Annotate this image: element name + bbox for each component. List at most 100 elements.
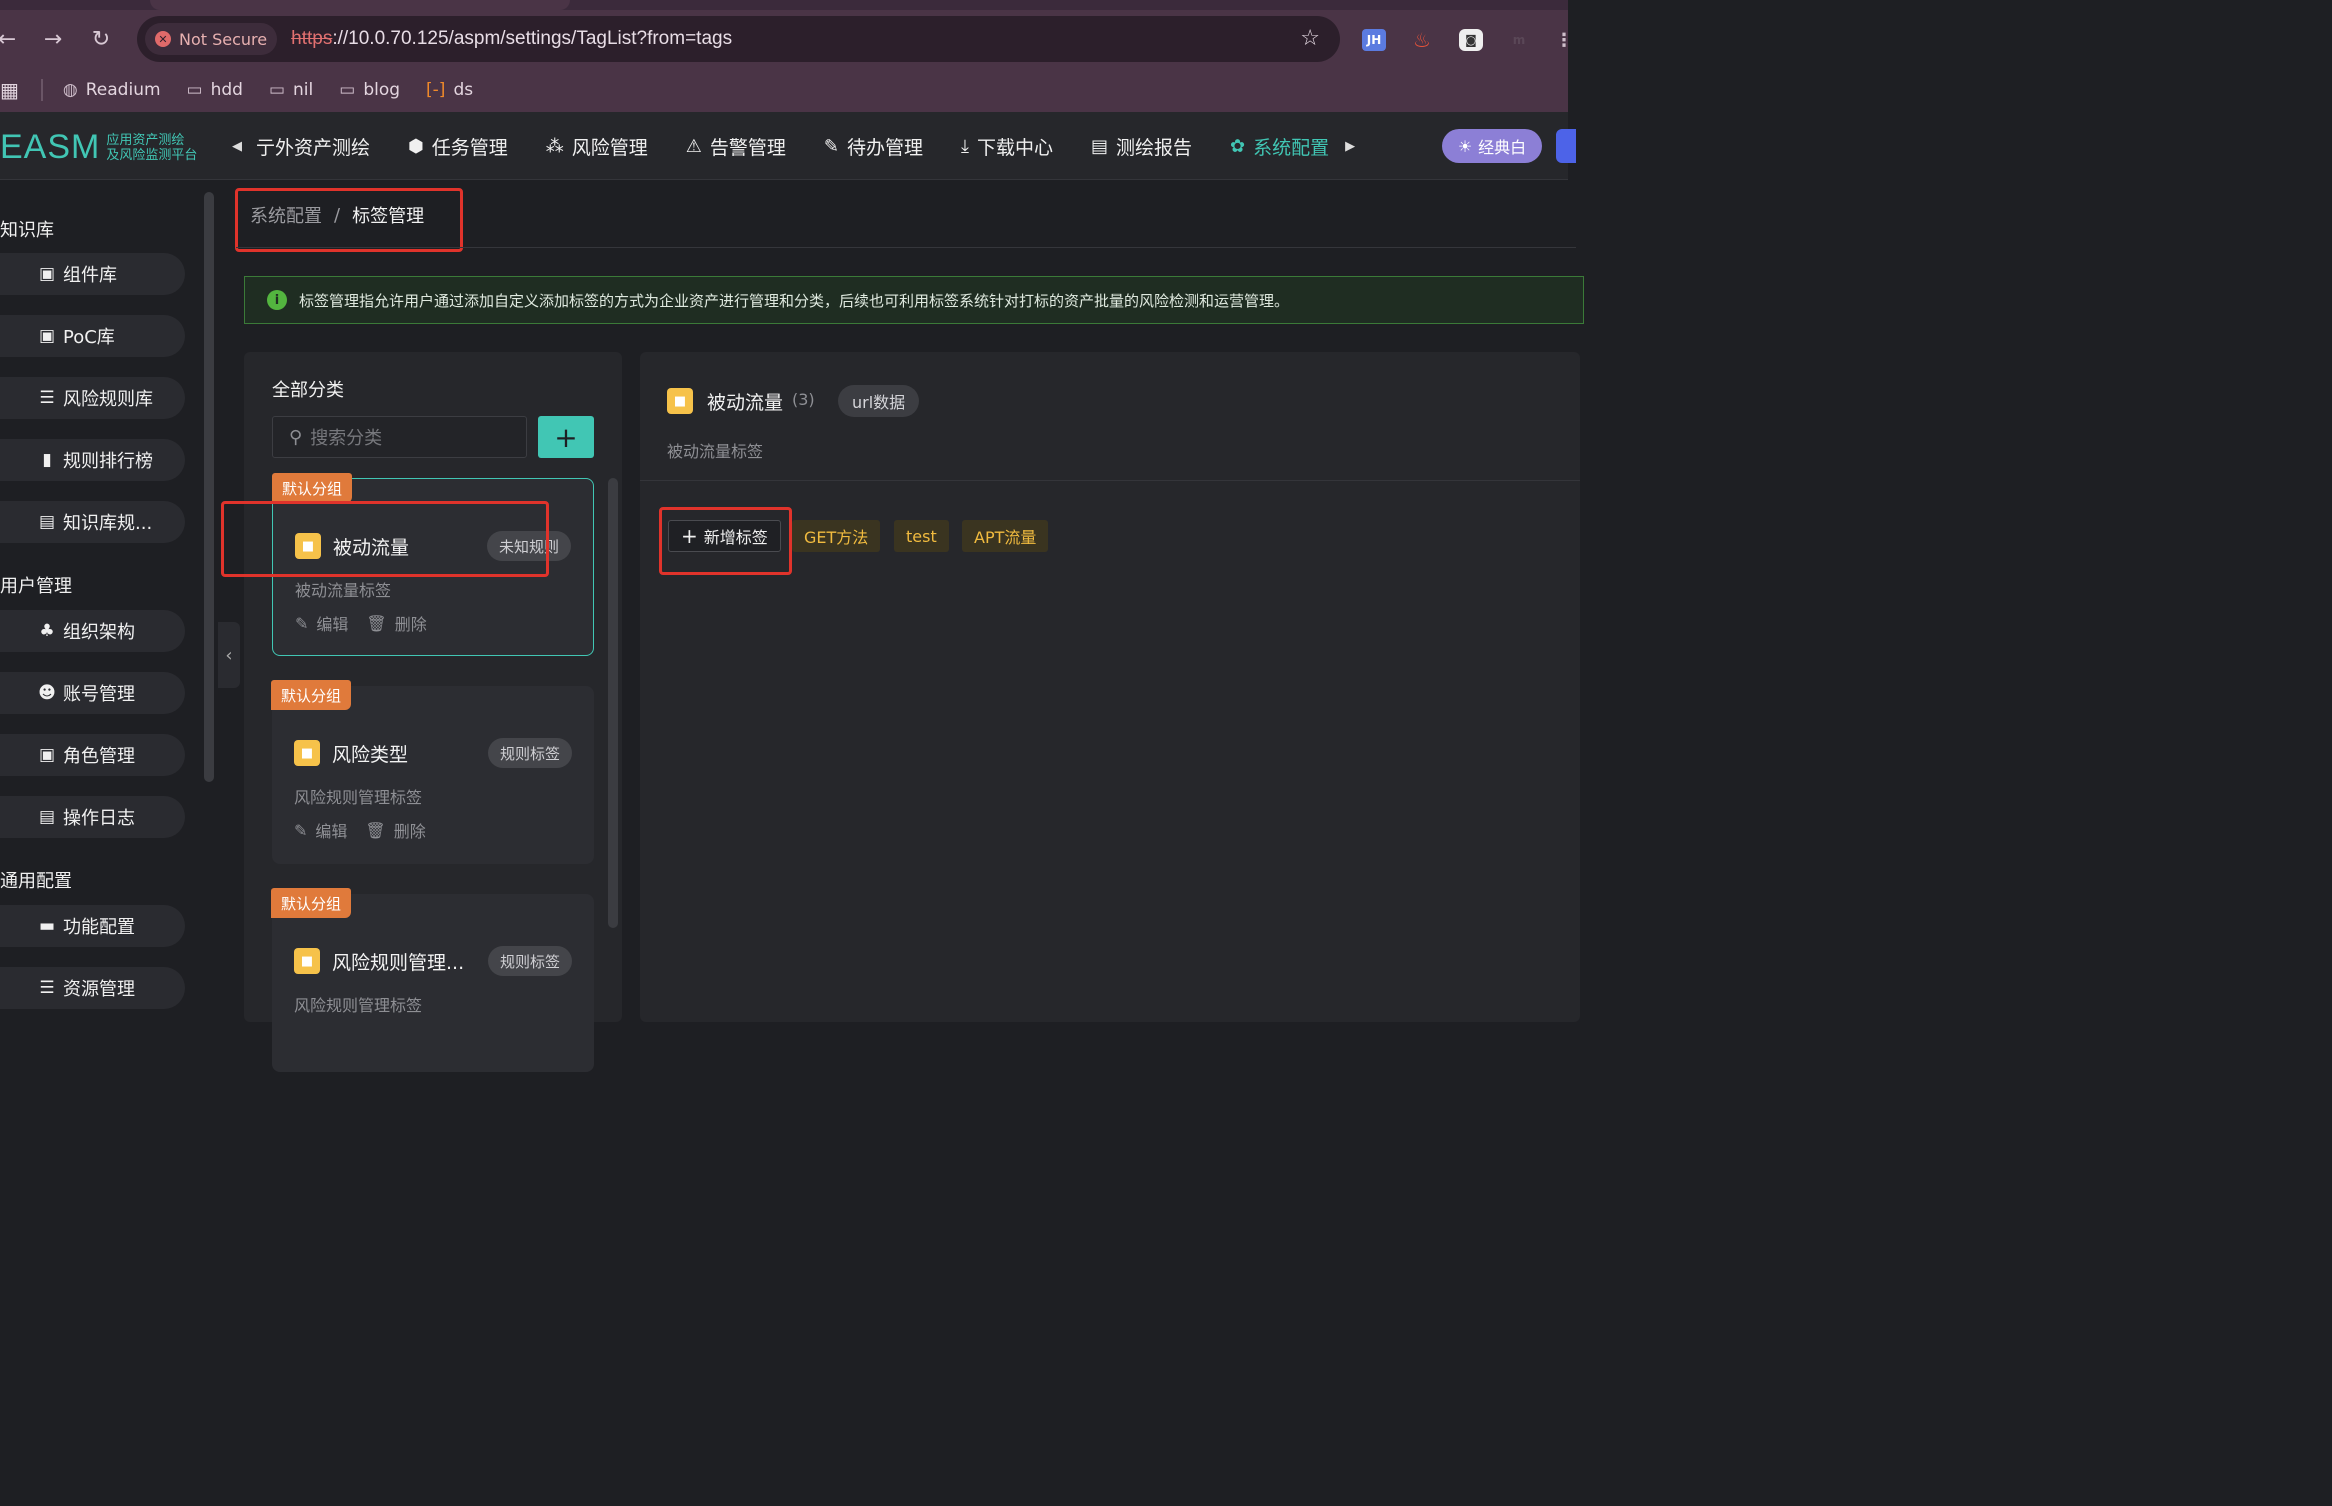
delete-button[interactable]: 🗑 删除 (365, 818, 425, 842)
extension-jh-icon[interactable]: JH (1362, 29, 1386, 51)
sidebar-item-resources[interactable]: ☰ 资源管理 (0, 967, 185, 1009)
code-bracket-icon: [-] (426, 80, 446, 100)
delete-button[interactable]: 🗑 删除 (366, 611, 426, 635)
nav-item-risks[interactable]: ⁂ 风险管理 (546, 133, 648, 160)
sidebar-item-risk-rules[interactable]: ☰ 风险规则库 (0, 377, 185, 419)
edit-label: 编辑 (315, 822, 348, 841)
bookmark-label: Readium (85, 80, 161, 100)
info-icon: i (267, 290, 287, 310)
category-desc: 被动流量标签 (295, 581, 392, 600)
sidebar-item-label: 知识库规... (63, 513, 153, 534)
logo-subtitle: 应用资产测绘 及风险监测平台 (106, 133, 197, 163)
nav-item-tasks[interactable]: ⬢ 任务管理 (408, 133, 508, 160)
bookmark-hdd[interactable]: ▭ hdd (187, 80, 243, 100)
forward-icon[interactable]: → (40, 26, 66, 52)
nav-item-alarms[interactable]: ⚠ 告警管理 (686, 133, 786, 160)
bookmark-label: blog (363, 80, 401, 100)
sidebar-item-logs[interactable]: ▤ 操作日志 (0, 796, 185, 838)
sidebar-item-label: 资源管理 (63, 979, 135, 1000)
search-icon: ⚲ (289, 426, 303, 448)
sidebar-item-org[interactable]: ♣ 组织架构 (0, 610, 185, 652)
bookmark-readium[interactable]: ◍ Readium (63, 80, 161, 100)
extension-flame-icon[interactable]: ♨ (1410, 28, 1434, 52)
folder-icon: ▭ (339, 80, 356, 100)
tag-chip[interactable]: APT流量 (962, 520, 1049, 552)
sidebar-item-label: 功能配置 (63, 917, 135, 938)
info-alert: i 标签管理指允许用户通过添加自定义添加标签的方式为企业资产进行管理和分类，后续… (244, 276, 1584, 324)
profile-icon[interactable]: ⋮ (1552, 29, 1576, 51)
role-badge-icon: ▣ (38, 745, 56, 765)
extension-box-icon[interactable]: ◙ (1459, 29, 1483, 51)
trash-icon: 🗑 (366, 613, 387, 633)
nodes-icon: ⁂ (545, 135, 564, 157)
detail-count: (3) (792, 390, 815, 409)
sidebar-collapse-icon[interactable]: ‹ (218, 622, 240, 688)
tag-chip[interactable]: test (894, 520, 949, 552)
add-category-button[interactable]: + (538, 416, 594, 458)
address-bar[interactable]: ✕ Not Secure https://10.0.70.125/aspm/se… (137, 16, 1340, 62)
nav-label: 待办管理 (847, 136, 924, 159)
sidebar-item-knowledge-rules[interactable]: ▤ 知识库规... (0, 501, 185, 543)
sun-icon: ☀ (1457, 136, 1473, 156)
sidebar-item-poc[interactable]: ▣ PoC库 (0, 315, 185, 357)
category-search-input[interactable]: ⚲ 搜索分类 (272, 416, 527, 458)
folder-icon: ▭ (268, 80, 286, 100)
apps-grid-icon[interactable]: ▦ (0, 78, 19, 102)
active-tab[interactable] (150, 0, 570, 10)
bookmark-ds[interactable]: [-] ds (426, 80, 473, 100)
theme-toggle-button[interactable]: ☀ 经典白 (1442, 129, 1542, 163)
user-button[interactable] (1556, 129, 1576, 163)
security-badge[interactable]: ✕ Not Secure (145, 23, 278, 55)
security-label: Not Secure (179, 29, 268, 49)
edit-button[interactable]: ✎ 编辑 (294, 818, 347, 842)
nav-item-downloads[interactable]: ⤓ 下载中心 (961, 133, 1053, 160)
bookmark-nil[interactable]: ▭ nil (269, 80, 313, 100)
alarm-icon: ⚠ (685, 135, 702, 157)
sidebar-item-features[interactable]: ▬ 功能配置 (0, 905, 185, 947)
bookmark-label: nil (293, 80, 314, 100)
nav-item-system-config[interactable]: ✿ 系统配置 (1230, 133, 1329, 160)
group-badge: 默认分组 (271, 680, 352, 710)
sidebar: 知识库 ▣ 组件库 ▣ PoC库 ☰ 风险规则库 ▮ 规则排行榜 ▤ 知识库规... 用户… (0, 180, 218, 1013)
delete-label: 删除 (394, 615, 427, 634)
tag-chip[interactable]: GET方法 (792, 520, 881, 552)
bookmark-divider (40, 79, 43, 101)
sidebar-scrollbar[interactable] (204, 192, 214, 782)
sidebar-group-knowledge: 知识库 (0, 220, 54, 241)
nav-item-todo[interactable]: ✎ 待办管理 (824, 133, 923, 160)
component-icon: ▣ (38, 264, 56, 284)
nav-scroll-right-icon[interactable]: ▶ (1345, 139, 1355, 154)
category-scrollbar[interactable] (608, 478, 618, 928)
bookmark-icon: ■ (294, 740, 320, 766)
tag-detail-panel: ■ 被动流量 (3) url数据 被动流量标签 + 新增标签 GET方法 test… (640, 352, 1580, 1022)
edit-label: 编辑 (316, 615, 349, 634)
url-text: https://10.0.70.125/aspm/settings/TagLis… (291, 28, 732, 50)
category-card[interactable]: 默认分组 ■ 风险规则管理... 规则标签 风险规则管理标签 (271, 888, 594, 1072)
category-panel: 全部分类 ⚲ 搜索分类 + 默认分组 ■ 被动流量 未知规则 被动流量标签 ✎ 编… (244, 352, 622, 1072)
detail-divider (640, 480, 1580, 481)
sidebar-item-label: 风险规则库 (63, 389, 153, 410)
back-icon[interactable]: ← (0, 26, 20, 52)
nav-scroll-left-icon[interactable]: ◀ (232, 139, 242, 154)
app-logo[interactable]: EASM 应用资产测绘 及风险监测平台 (0, 128, 197, 167)
extension-faded-icon[interactable]: m (1507, 29, 1531, 51)
edit-icon: ✎ (295, 613, 309, 633)
bookmarks-bar: ▦ ◍ Readium ▭ hdd ▭ nil ▭ blog [-] ds (0, 68, 1568, 112)
reload-icon[interactable]: ↻ (88, 26, 114, 52)
sidebar-item-rule-ranking[interactable]: ▮ 规则排行榜 (0, 439, 185, 481)
edit-button[interactable]: ✎ 编辑 (295, 611, 348, 635)
nav-item-asset-mapping[interactable]: 亍外资产测绘 (256, 133, 370, 160)
nav-item-reports[interactable]: ▤ 测绘报告 (1091, 133, 1192, 160)
bookmark-star-icon[interactable]: ☆ (1300, 26, 1320, 51)
search-placeholder: 搜索分类 (310, 428, 383, 449)
category-card[interactable]: 默认分组 ■ 风险类型 规则标签 风险规则管理标签 ✎ 编辑 🗑 删除 (271, 680, 594, 864)
bookmark-blog[interactable]: ▭ blog (339, 80, 400, 100)
sidebar-item-components[interactable]: ▣ 组件库 (0, 253, 185, 295)
cube-icon: ⬢ (408, 135, 424, 157)
nav-label: 下载中心 (977, 136, 1054, 159)
sidebar-item-label: 账号管理 (63, 684, 135, 705)
card-actions: ✎ 编辑 🗑 删除 (295, 611, 445, 635)
header-divider (236, 247, 1576, 248)
sidebar-item-accounts[interactable]: ☻ 账号管理 (0, 672, 185, 714)
sidebar-item-roles[interactable]: ▣ 角色管理 (0, 734, 185, 776)
